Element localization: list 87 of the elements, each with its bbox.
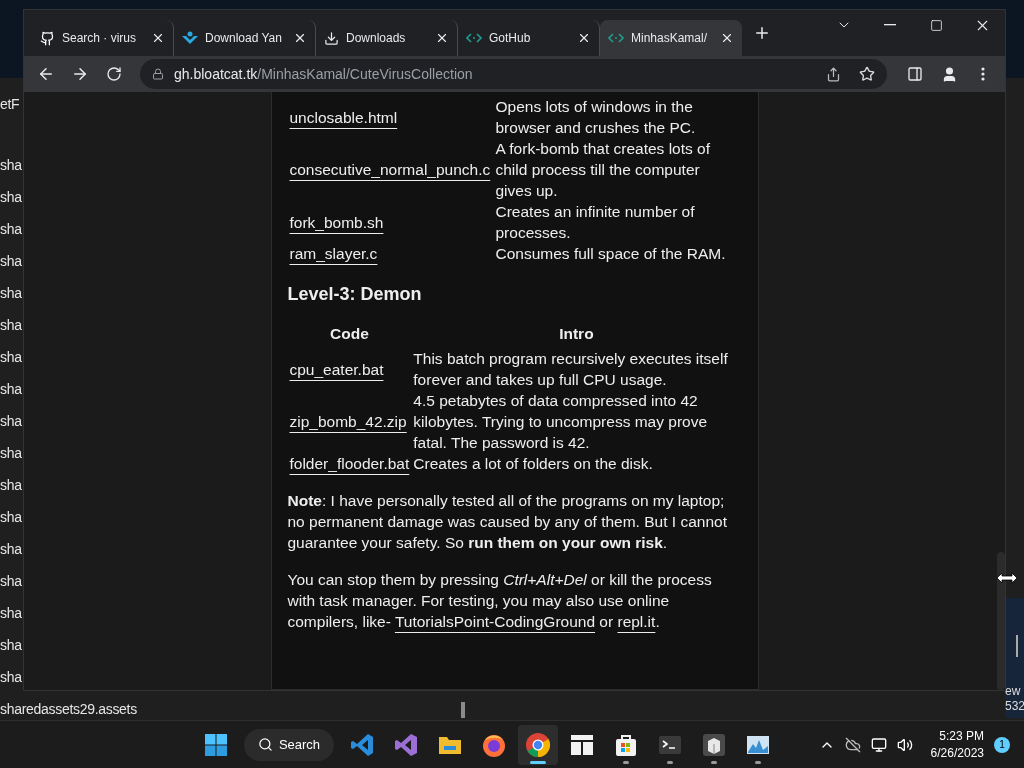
table-cell: 4.5 petabytes of data compressed into 42 kilobytes. Trying to uncompress may prove fatal. The password is 42. (413, 392, 708, 451)
file-name: sha (0, 508, 22, 527)
url-text: gh.bloatcat.tk/MinhasKamal/CuteVirusCollection (174, 66, 473, 82)
bookmark-star-icon[interactable] (859, 66, 875, 82)
file-name: sha (0, 156, 22, 175)
address-bar[interactable]: gh.bloatcat.tk/MinhasKamal/CuteVirusCollection (140, 59, 887, 89)
table-cell: Creates an infinite number of processes. (495, 203, 695, 241)
file-name: sharedassets29.assets (0, 700, 137, 719)
file-name: sha (0, 380, 22, 399)
section-heading: Level-3: Demon (287, 284, 423, 305)
file-link[interactable]: cpu_eater.bat (289, 360, 384, 378)
file-link[interactable]: fork_bomb.sh (289, 213, 384, 231)
file-link[interactable]: unclosable.html (289, 108, 398, 126)
tab-title: MinhasKamal/ (631, 31, 709, 45)
github-icon (40, 30, 55, 46)
file-link[interactable]: ram_slayer.c (289, 245, 378, 262)
tab-title: GotHub (489, 31, 532, 45)
file-name: sha (0, 220, 22, 239)
scrollbar-thumb[interactable] (461, 702, 465, 718)
file-name: sha (0, 636, 22, 655)
file-name: sha (0, 284, 22, 303)
link[interactable]: repl.it (617, 613, 656, 630)
column-header: Intro (558, 324, 595, 344)
maximize-icon (929, 18, 943, 32)
reload-icon (106, 66, 122, 82)
table-cell: Creates a lot of folders on the disk. (413, 455, 653, 472)
scrollbar-thumb[interactable] (1016, 635, 1018, 657)
cloud-off-icon[interactable] (844, 736, 861, 753)
file-name: etF (0, 95, 20, 114)
forward-arrow-icon (71, 65, 89, 83)
code-editor-icon (349, 731, 375, 758)
browser-tab[interactable]: MinhasKamal/ (600, 20, 742, 56)
download-icon (324, 30, 339, 46)
ide-icon (393, 731, 419, 758)
column-header: Code (329, 324, 370, 344)
taskbar-app[interactable] (518, 724, 558, 765)
tab-logo-icon (182, 31, 198, 45)
table-cell: Consumes full space of the RAM. (495, 245, 726, 262)
file-name: sha (0, 412, 22, 431)
file-name: sha (0, 188, 22, 207)
side-panel-icon (907, 66, 923, 82)
panel-text: 532 (1005, 699, 1024, 714)
close-icon[interactable] (577, 31, 591, 45)
panel-text: ew (1005, 684, 1022, 699)
resize-cursor-icon (996, 572, 1018, 584)
box-icon (701, 731, 727, 758)
file-name: sha (0, 316, 22, 335)
file-name: sha (0, 252, 22, 271)
search-icon (257, 737, 273, 752)
table-cell: A fork-bomb that creates lots of child process till the computer gives up. (495, 140, 711, 199)
table-cell: Opens lots of windows in the browser and crushes the PC. (495, 98, 696, 136)
lock-icon (152, 68, 164, 80)
table-cell: This batch program recursively executes itself forever and takes up full CPU usage. (413, 350, 728, 388)
note-paragraph: Note: I have personally tested all of the programs on my laptop; no permanent damage was caused by any of them. But I cannot guarantee your safety. So run them on your own risk. (287, 491, 728, 553)
network-icon[interactable] (870, 736, 887, 753)
share-icon[interactable] (826, 66, 841, 82)
code-icon (466, 33, 482, 43)
file-link[interactable]: consecutive_normal_punch.c (289, 161, 491, 178)
file-name: sha (0, 572, 22, 591)
file-name: sha (0, 540, 22, 559)
scrollbar-thumb[interactable] (997, 552, 1005, 690)
paragraph: You can stop them by pressing Ctrl+Alt+Del or kill the process with task manager. For testing, you may also use online compilers, like- TutorialsPoint-CodingGround or repl.it. (287, 570, 713, 632)
menu-icon (981, 67, 985, 81)
code-icon (608, 33, 624, 43)
file-name: sha (0, 444, 22, 463)
close-icon[interactable] (293, 31, 307, 45)
close-icon[interactable] (151, 31, 165, 45)
volume-icon[interactable] (896, 736, 913, 753)
link[interactable]: TutorialsPoint-CodingGround (394, 613, 596, 630)
plus-icon (753, 24, 771, 42)
tab-title: Downloads (346, 31, 407, 45)
tab-title: Search · virus (62, 31, 138, 45)
file-link[interactable]: folder_flooder.bat (289, 455, 410, 472)
clock[interactable]: 5:23 PM 6/26/2023 (930, 727, 984, 762)
tab-title: Download Yan (205, 31, 283, 45)
search-button[interactable]: Search (244, 728, 334, 761)
windows-icon (204, 732, 228, 757)
minimize-icon (884, 24, 896, 26)
file-name: sha (0, 348, 22, 367)
file-name: sha (0, 604, 22, 623)
file-name: sha (0, 476, 22, 495)
file-name: sha (0, 668, 22, 687)
file-link[interactable]: zip_bomb_42.zip (289, 413, 407, 430)
notification-badge[interactable]: 1 (994, 736, 1010, 753)
chrome-icon (525, 731, 551, 758)
close-icon[interactable] (720, 31, 734, 45)
close-icon[interactable] (435, 31, 449, 45)
